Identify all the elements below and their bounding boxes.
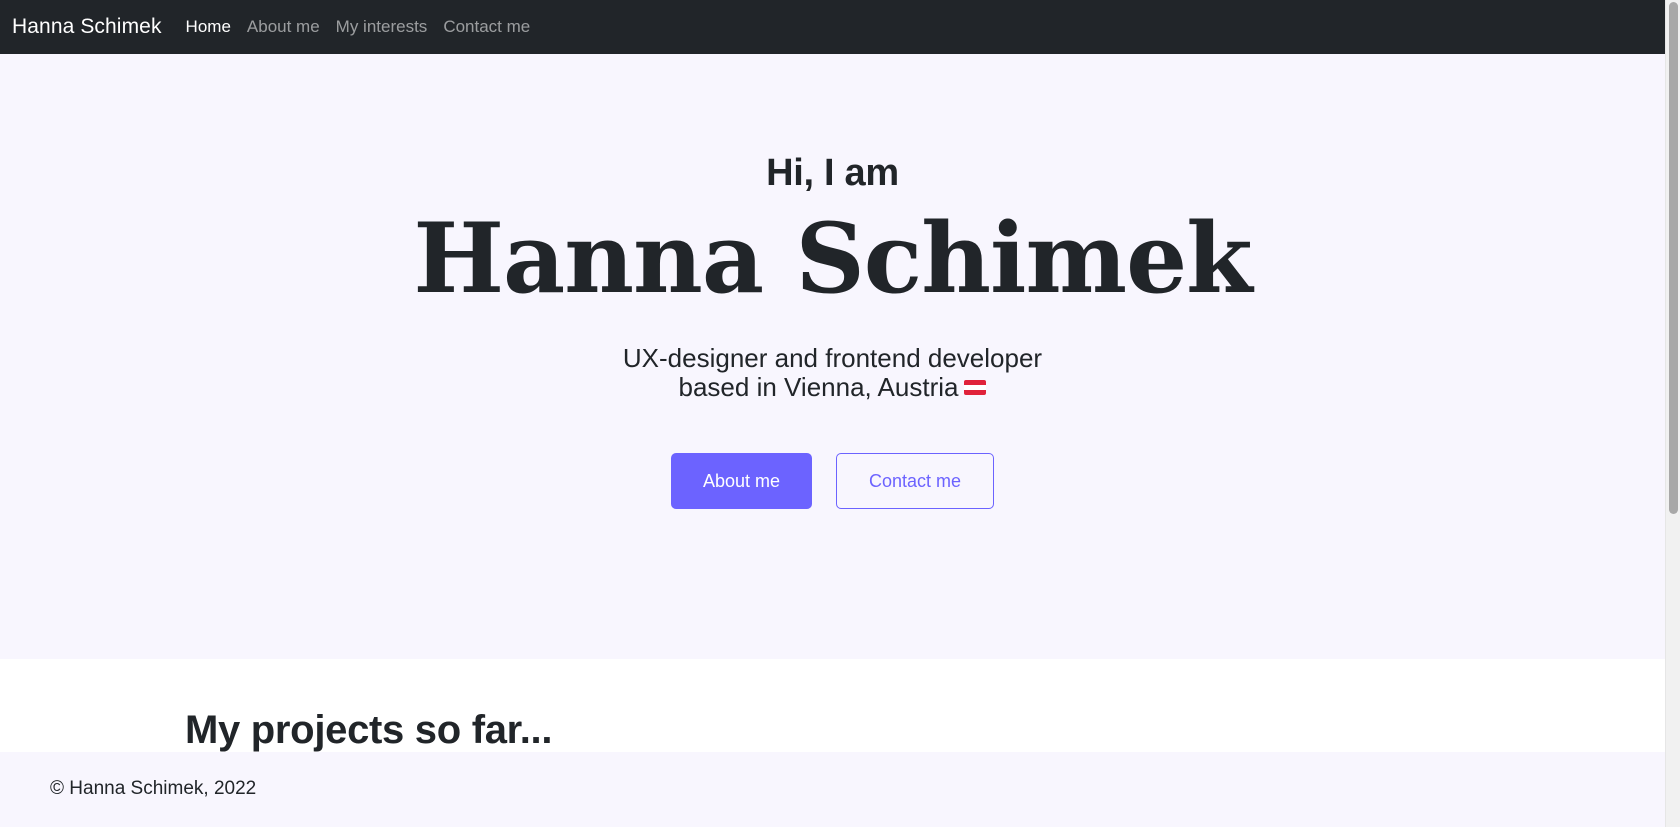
scrollbar[interactable] [1665, 0, 1680, 827]
hero-tagline-line2: based in Vienna, Austria [678, 372, 959, 402]
footer: © Hanna Schimek, 2022 [0, 752, 1665, 827]
projects-section: My projects so far... [0, 659, 1665, 752]
nav-links: Home About me My interests Contact me [186, 17, 547, 37]
about-me-button[interactable]: About me [671, 453, 812, 509]
nav-link-home[interactable]: Home [186, 17, 231, 37]
austria-flag-icon [964, 379, 987, 395]
nav-link-my-interests[interactable]: My interests [336, 17, 428, 37]
contact-me-button[interactable]: Contact me [836, 453, 994, 509]
hero-section: Hi, I am Hanna Schimek UX-designer and f… [0, 54, 1665, 659]
hero-buttons: About me Contact me [0, 453, 1665, 509]
hero-name: Hanna Schimek [413, 202, 1252, 315]
scrollbar-thumb[interactable] [1669, 2, 1678, 514]
nav-link-contact-me[interactable]: Contact me [443, 17, 530, 37]
navbar-brand[interactable]: Hanna Schimek [12, 15, 162, 39]
hero-greeting: Hi, I am [766, 152, 899, 194]
footer-copyright: © Hanna Schimek, 2022 [50, 778, 257, 799]
navbar: Hanna Schimek Home About me My interests… [0, 0, 1665, 54]
nav-link-about-me[interactable]: About me [247, 17, 320, 37]
hero-tagline-line1: UX-designer and frontend developer [622, 343, 1043, 373]
hero-tagline: UX-designer and frontend developer based… [0, 344, 1665, 402]
projects-title: My projects so far... [185, 708, 553, 752]
